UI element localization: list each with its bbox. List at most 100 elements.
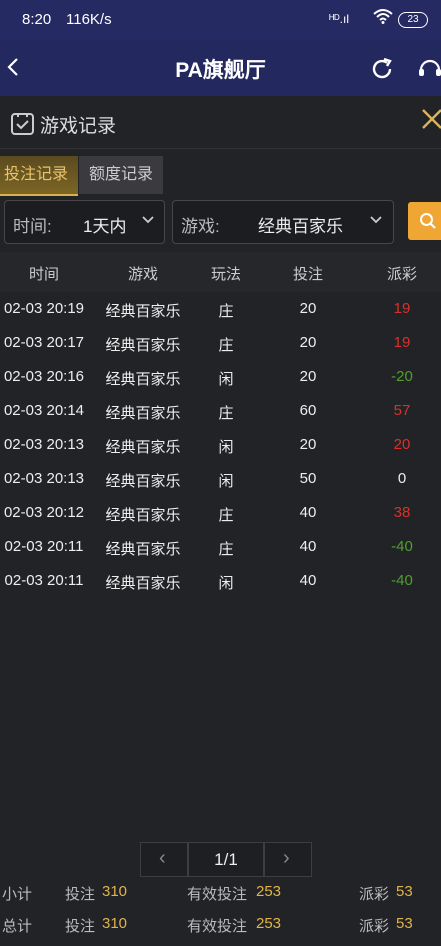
row-game: 经典百家乐: [105, 303, 181, 320]
row-time: 02-03 20:13: [3, 436, 85, 453]
row-game: 经典百家乐: [105, 337, 181, 354]
row-time: 02-03 20:11: [4, 538, 84, 555]
page-number: 1/1: [214, 850, 238, 869]
header-game: 游戏: [127, 266, 158, 283]
close-icon[interactable]: [421, 106, 441, 137]
game-filter-select[interactable]: 游戏: 经典百家乐: [172, 200, 394, 244]
row-time: 02-03 20:13: [3, 470, 85, 487]
subtotal-valid: 253: [256, 883, 282, 900]
table-row: 02-03 20:16 经典百家乐 闲 20 -20: [0, 361, 441, 395]
row-play: 闲: [218, 575, 234, 592]
subtotal-label: 小计: [2, 886, 33, 903]
row-time: 02-03 20:14: [3, 402, 85, 419]
table-row: 02-03 20:19 经典百家乐 庄 20 19: [0, 293, 441, 327]
table-row: 02-03 20:11 经典百家乐 庄 40 -40: [0, 531, 441, 565]
record-icon: [10, 110, 36, 141]
header-time: 时间: [28, 266, 59, 283]
tab-bet-records[interactable]: 投注记录: [0, 156, 78, 196]
row-time: 02-03 20:16: [3, 368, 85, 385]
row-play: 庄: [218, 337, 234, 354]
row-bet: 20: [299, 436, 317, 453]
row-play: 闲: [218, 473, 234, 490]
row-play: 庄: [218, 541, 234, 558]
chevron-down-icon: [369, 212, 383, 230]
row-play: 闲: [218, 439, 234, 456]
row-payout: 19: [393, 300, 411, 317]
row-play: 闲: [218, 371, 234, 388]
wifi-icon: [373, 8, 393, 28]
subtotal-payout: 53: [396, 883, 413, 900]
row-game: 经典百家乐: [105, 473, 181, 490]
next-page-button[interactable]: ›: [264, 842, 312, 877]
search-icon: [419, 212, 437, 235]
battery-icon: 23: [398, 12, 428, 28]
row-game: 经典百家乐: [105, 371, 181, 388]
row-payout: 38: [393, 504, 411, 521]
row-payout: -40: [391, 572, 413, 589]
game-filter-value: 经典百家乐: [258, 217, 343, 236]
subtotal-row: 小计 投注 310 有效投注 253 派彩 53: [0, 877, 441, 907]
row-bet: 40: [299, 504, 317, 521]
row-game: 经典百家乐: [105, 507, 181, 524]
row-play: 庄: [218, 507, 234, 524]
status-bar: 8:20 116K/s ᴴᴰ.ıl 23: [0, 0, 441, 40]
row-game: 经典百家乐: [105, 439, 181, 456]
total-bet: 310: [102, 915, 128, 932]
game-filter-label: 游戏:: [181, 217, 220, 236]
total-bet-label: 投注: [65, 918, 96, 935]
header-play: 玩法: [210, 266, 241, 283]
signal-icon: ᴴᴰ.ıl: [329, 12, 349, 26]
header-bet: 投注: [292, 266, 323, 283]
row-bet: 20: [299, 368, 317, 385]
chevron-left-icon: ‹: [159, 847, 166, 869]
panel-header: 游戏记录: [0, 96, 441, 149]
status-speed: 116K/s: [66, 11, 112, 28]
table-row: 02-03 20:13 经典百家乐 闲 20 20: [0, 429, 441, 463]
refresh-icon[interactable]: [369, 56, 395, 87]
status-time: 8:20: [22, 11, 52, 28]
subtotal-bet-label: 投注: [65, 886, 96, 903]
row-game: 经典百家乐: [105, 575, 181, 592]
row-payout: 57: [393, 402, 411, 419]
row-time: 02-03 20:12: [3, 504, 85, 521]
row-payout: 0: [397, 470, 407, 487]
table-row: 02-03 20:13 经典百家乐 闲 50 0: [0, 463, 441, 497]
row-bet: 20: [299, 300, 317, 317]
table-header: 时间 游戏 玩法 投注 派彩: [0, 252, 441, 292]
subtotal-payout-label: 派彩: [359, 886, 390, 903]
row-play: 庄: [218, 405, 234, 422]
search-button[interactable]: [408, 202, 441, 240]
subtotal-valid-label: 有效投注: [187, 886, 248, 903]
header-payout: 派彩: [386, 266, 417, 283]
customer-service-icon[interactable]: [417, 56, 441, 87]
row-bet: 20: [299, 334, 317, 351]
subtotal-bet: 310: [102, 883, 128, 900]
panel-title: 游戏记录: [40, 116, 117, 137]
row-game: 经典百家乐: [105, 541, 181, 558]
row-payout: 19: [393, 334, 411, 351]
row-bet: 50: [299, 470, 317, 487]
row-game: 经典百家乐: [105, 405, 181, 422]
row-time: 02-03 20:17: [3, 334, 85, 351]
row-payout: 20: [393, 436, 411, 453]
total-valid-label: 有效投注: [187, 918, 248, 935]
nav-bar: PA旗舰厅: [0, 40, 441, 96]
page-indicator: 1/1: [188, 842, 264, 877]
time-filter-select[interactable]: 时间: 1天内: [4, 200, 165, 244]
row-play: 庄: [218, 303, 234, 320]
total-label: 总计: [2, 918, 33, 935]
table-row: 02-03 20:12 经典百家乐 庄 40 38: [0, 497, 441, 531]
total-payout-label: 派彩: [359, 918, 390, 935]
table-row: 02-03 20:17 经典百家乐 庄 20 19: [0, 327, 441, 361]
row-time: 02-03 20:19: [3, 300, 85, 317]
table-row: 02-03 20:11 经典百家乐 闲 40 -40: [0, 565, 441, 599]
total-payout: 53: [396, 915, 413, 932]
row-bet: 40: [299, 572, 317, 589]
prev-page-button[interactable]: ‹: [140, 842, 188, 877]
time-filter-value: 1天内: [83, 217, 127, 236]
row-time: 02-03 20:11: [4, 572, 84, 589]
chevron-right-icon: ›: [283, 847, 290, 869]
tab-credit-records[interactable]: 额度记录: [79, 156, 163, 194]
total-row: 总计 投注 310 有效投注 253 派彩 53: [0, 909, 441, 939]
row-bet: 40: [299, 538, 317, 555]
